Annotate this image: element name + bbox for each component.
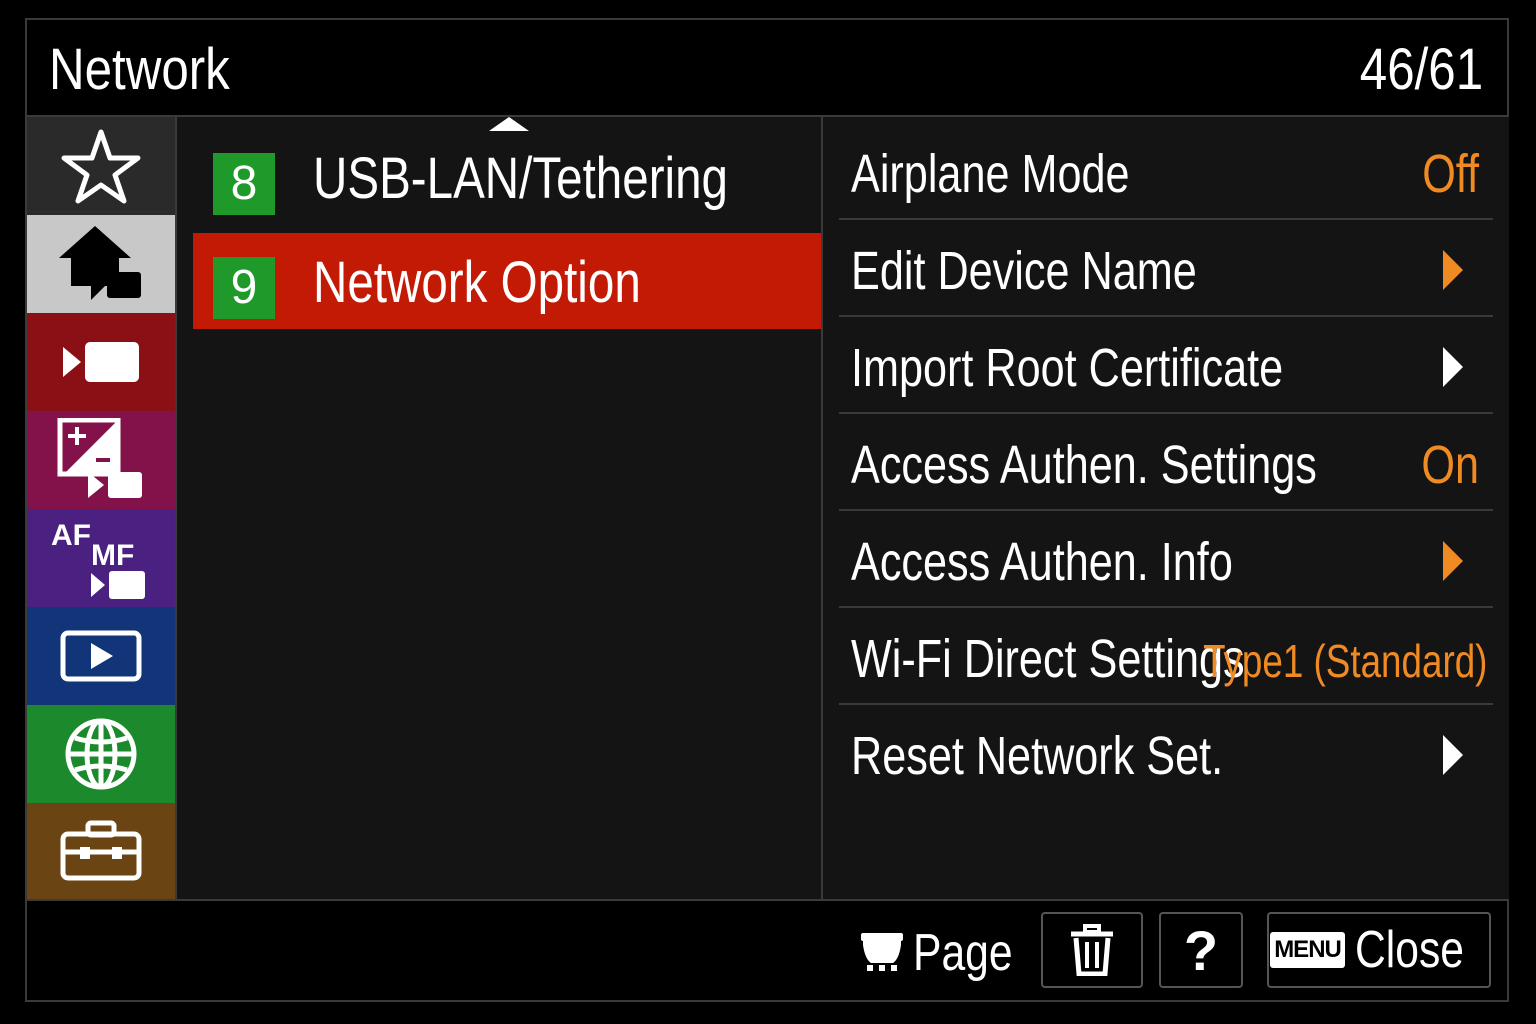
setting-value: On (1421, 435, 1479, 495)
tab-shooting[interactable] (27, 313, 175, 411)
setting-access-authen-settings[interactable]: Access Authen. Settings On (839, 412, 1493, 509)
menu-footer: Page ? MENU Close (27, 901, 1507, 1002)
setting-airplane-mode[interactable]: Airplane Mode Off (839, 121, 1493, 218)
page-item-label: USB-LAN/Tethering (313, 146, 729, 211)
close-menu-button[interactable]: MENU Close (1267, 912, 1491, 988)
tab-exposure-color[interactable] (27, 411, 175, 509)
page-item-network-option[interactable]: 9 Network Option (193, 233, 821, 329)
page-number-badge: 8 (213, 153, 275, 215)
tab-favorites[interactable] (27, 117, 175, 215)
tab-af-mf[interactable]: AF MF (27, 509, 175, 607)
setting-reset-network-set[interactable]: Reset Network Set. (839, 703, 1493, 800)
chevron-right-icon (1443, 541, 1463, 581)
setting-value: Off (1422, 144, 1479, 204)
category-sidebar: AF MF (27, 117, 175, 899)
setting-access-authen-info[interactable]: Access Authen. Info (839, 509, 1493, 606)
chevron-right-icon (1443, 735, 1463, 775)
setup-toolbox-icon (60, 820, 142, 881)
setting-wifi-direct-settings[interactable]: Wi-Fi Direct Settings Type1 (Standard) (839, 606, 1493, 703)
control-wheel-icon (861, 933, 903, 971)
help-button[interactable]: ? (1159, 912, 1243, 988)
setting-label: Import Root Certificate (851, 338, 1284, 398)
menu-key-icon: MENU (1270, 932, 1345, 968)
exposure-color-icon (57, 418, 142, 498)
setting-import-root-certificate[interactable]: Import Root Certificate (839, 315, 1493, 412)
help-label: ? (1183, 918, 1219, 982)
page-hint[interactable]: Page (859, 923, 1034, 983)
setting-edit-device-name[interactable]: Edit Device Name (839, 218, 1493, 315)
playback-icon (60, 630, 142, 682)
setting-label: Airplane Mode (851, 144, 1130, 204)
page-item-usb-lan-tethering[interactable]: 8 USB-LAN/Tethering (193, 129, 821, 225)
tab-network[interactable] (27, 705, 175, 803)
tab-main-shooting[interactable] (27, 215, 175, 313)
menu-header: Network 46/61 (27, 20, 1507, 116)
af-mf-icon: AF MF (51, 519, 145, 599)
setting-label: Wi-Fi Direct Settings (851, 629, 1245, 689)
settings-list: Airplane Mode Off Edit Device Name Impor… (823, 117, 1509, 899)
camera-menu-screen: Network 46/61 AF MF 8 USB-LAN/Tethering … (25, 18, 1509, 1002)
page-item-label: Network Option (313, 250, 641, 315)
setting-value: Type1 (Standard) (1202, 635, 1487, 687)
close-label: Close (1354, 921, 1464, 979)
shooting-icon (63, 342, 139, 382)
network-globe-icon (65, 718, 137, 790)
menu-title: Network (49, 37, 230, 102)
setting-label: Access Authen. Info (851, 532, 1233, 592)
trash-icon (1071, 924, 1113, 976)
svg-text:AF: AF (51, 519, 91, 552)
page-list: 8 USB-LAN/Tethering 9 Network Option (177, 117, 821, 899)
setting-label: Reset Network Set. (851, 726, 1224, 786)
star-icon (61, 129, 141, 204)
tab-playback[interactable] (27, 607, 175, 705)
page-hint-label: Page (913, 924, 1013, 982)
setting-label: Edit Device Name (851, 241, 1197, 301)
delete-button[interactable] (1041, 912, 1143, 988)
chevron-right-icon (1443, 347, 1463, 387)
chevron-right-icon (1443, 250, 1463, 290)
setting-label: Access Authen. Settings (851, 435, 1317, 495)
tab-setup[interactable] (27, 803, 175, 899)
home-camera-icon (59, 226, 141, 300)
page-number-badge: 9 (213, 257, 275, 319)
page-counter: 46/61 (1359, 37, 1483, 102)
svg-text:MF: MF (91, 539, 134, 572)
